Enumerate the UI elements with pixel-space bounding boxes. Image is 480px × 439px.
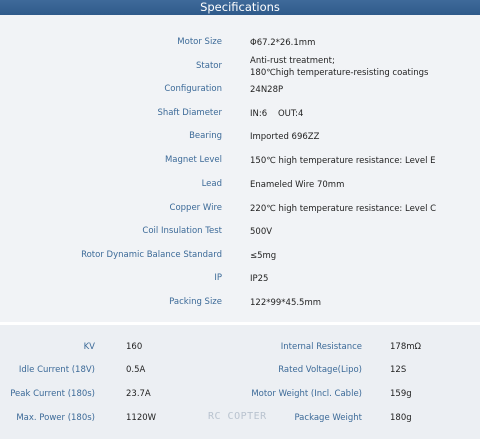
spec-value: Imported 696ZZ bbox=[250, 132, 320, 142]
header-title: Specifications bbox=[200, 0, 280, 14]
perf-label: Motor Weight (Incl. Cable) bbox=[251, 389, 362, 399]
perf-row-idle-current: Idle Current (18V) 0.5A Rated Voltage(Li… bbox=[0, 365, 480, 377]
perf-label: KV bbox=[83, 342, 95, 352]
spec-value: IP25 bbox=[250, 274, 269, 284]
spec-value: 500V bbox=[250, 227, 273, 237]
perf-label: Rated Voltage(Lipo) bbox=[278, 365, 362, 375]
specifications-header: Specifications bbox=[0, 0, 480, 15]
spec-label: Rotor Dynamic Balance Standard bbox=[81, 250, 222, 260]
spec-value: IN:6 OUT:4 bbox=[250, 109, 304, 119]
perf-value: 178mΩ bbox=[390, 342, 421, 352]
spec-label: Stator bbox=[196, 61, 222, 71]
spec-label: Magnet Level bbox=[164, 155, 222, 165]
rc-copter-watermark: RC COPTER bbox=[208, 411, 267, 422]
spec-value: 24N28P bbox=[250, 85, 284, 95]
spec-label: Shaft Diameter bbox=[157, 108, 222, 118]
spec-label: Bearing bbox=[189, 131, 222, 141]
spec-label: Lead bbox=[201, 179, 222, 189]
perf-label: Peak Current (180s) bbox=[10, 389, 95, 399]
perf-label: Internal Resistance bbox=[280, 342, 362, 352]
perf-value: 23.7A bbox=[126, 389, 151, 399]
perf-value: 1120W bbox=[126, 413, 157, 423]
perf-row-peak-current: Peak Current (180s) 23.7A Motor Weight (… bbox=[0, 389, 480, 401]
spec-label: Configuration bbox=[164, 84, 222, 94]
perf-label: Max. Power (180s) bbox=[16, 413, 95, 423]
spec-value: 150℃ high temperature resistance: Level … bbox=[250, 156, 436, 166]
perf-label: Idle Current (18V) bbox=[18, 365, 95, 375]
perf-value: 0.5A bbox=[126, 365, 146, 375]
perf-row-kv: KV 160 Internal Resistance 178mΩ bbox=[0, 342, 480, 354]
spec-value: 122*99*45.5mm bbox=[250, 298, 322, 308]
spec-label: IP bbox=[214, 273, 222, 283]
spec-label: Copper Wire bbox=[169, 203, 222, 213]
spec-value: ≤5mg bbox=[250, 251, 277, 261]
perf-value: 12S bbox=[390, 365, 407, 375]
perf-value: 159g bbox=[390, 389, 412, 399]
perf-value: 160 bbox=[126, 342, 143, 352]
spec-value: Enameled Wire 70mm bbox=[250, 180, 345, 190]
spec-value: Φ67.2*26.1mm bbox=[250, 38, 316, 48]
spec-value: Anti-rust treatment; bbox=[250, 56, 335, 66]
spec-label: Coil Insulation Test bbox=[142, 226, 222, 236]
perf-value: 180g bbox=[390, 413, 412, 423]
spec-label: Motor Size bbox=[177, 37, 222, 47]
spec-value: 220℃ high temperature resistance: Level … bbox=[250, 204, 437, 214]
spec-label: Packing Size bbox=[169, 297, 222, 307]
spec-value-line2: 180℃high temperature-resisting coatings bbox=[250, 68, 429, 78]
specs-panel: Motor Size Φ67.2*26.1mm Stator Anti-rust… bbox=[0, 15, 480, 322]
